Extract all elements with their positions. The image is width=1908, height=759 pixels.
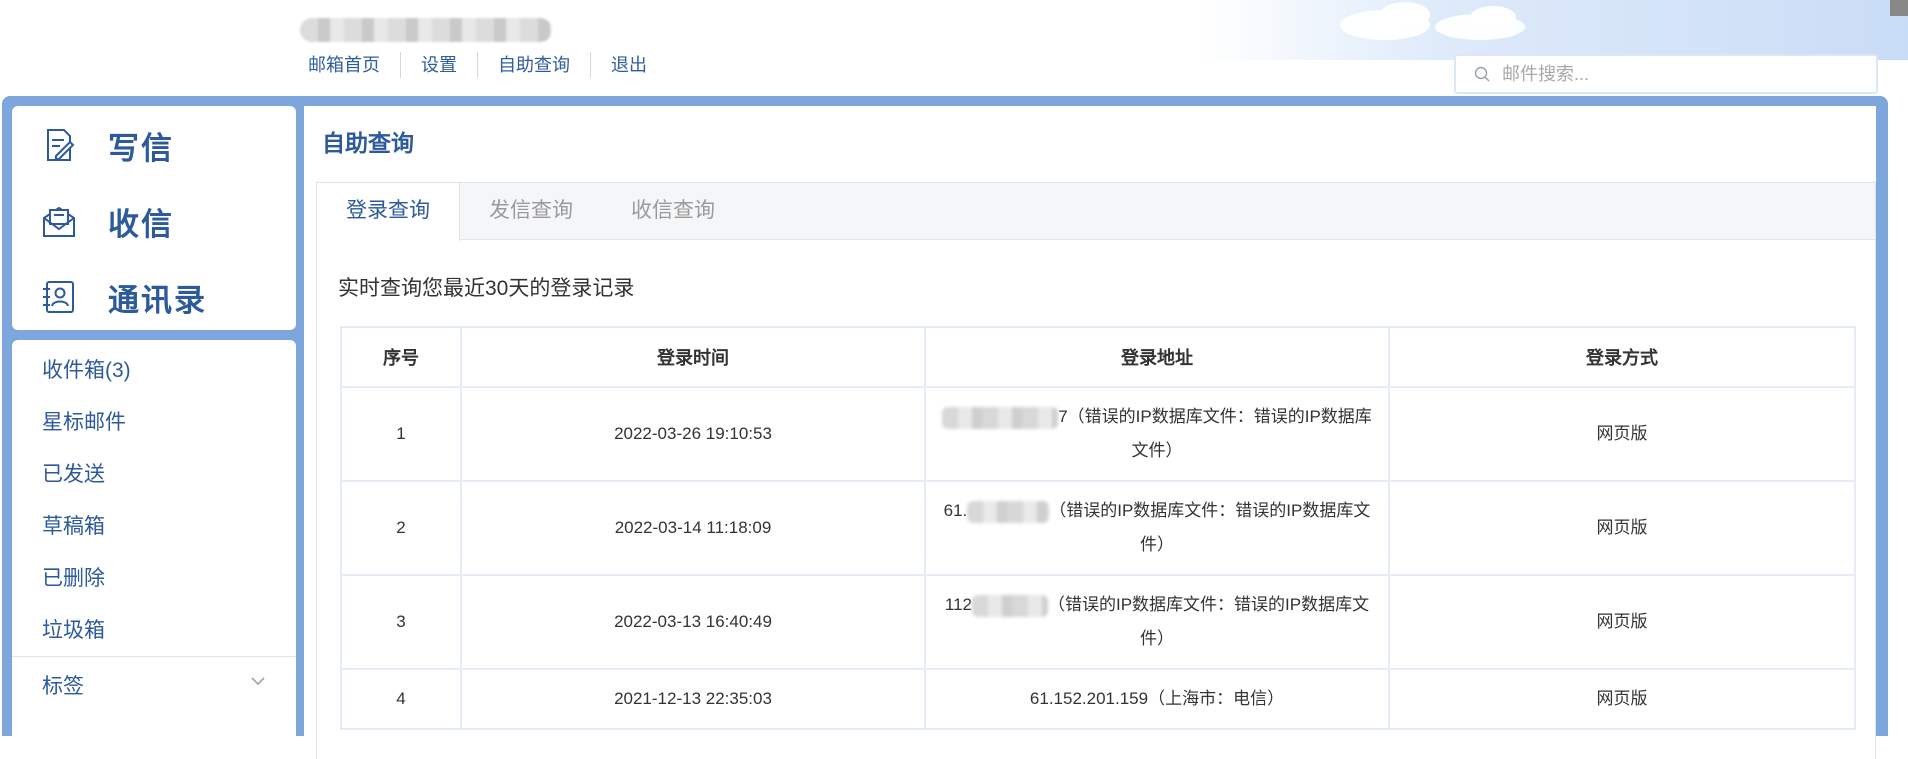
query-tabs: 登录查询 发信查询 收信查询 — [316, 182, 1876, 241]
nav-settings[interactable]: 设置 — [401, 52, 478, 78]
folder-list: 收件箱(3) 星标邮件 已发送 草稿箱 已删除 垃圾箱 标签 — [12, 340, 296, 740]
folder-sent[interactable]: 已发送 — [42, 458, 105, 488]
contacts-button[interactable]: 通讯录 — [40, 272, 207, 322]
cell-method: 网页版 — [1388, 386, 1856, 482]
cell-time: 2022-03-13 16:40:49 — [460, 574, 926, 670]
ip-visible: 7 — [1058, 407, 1068, 426]
mail-search — [1454, 54, 1878, 94]
chevron-down-icon[interactable] — [250, 676, 266, 686]
cell-method: 网页版 — [1388, 668, 1856, 730]
receive-button[interactable]: 收信 — [40, 196, 174, 246]
contacts-icon — [43, 281, 74, 313]
compose-label: 写信 — [108, 130, 174, 166]
tags-toggle[interactable]: 标签 — [42, 670, 84, 700]
cell-address: 112 （错误的IP数据库文件：错误的IP数据库文件） — [924, 574, 1390, 670]
top-nav: 邮箱首页 设置 自助查询 退出 — [296, 52, 667, 78]
scrollbar-thumb[interactable] — [1890, 0, 1908, 16]
ip-visible: 61. — [943, 501, 968, 520]
login-records-table: 序号 登录时间 登录地址 登录方式 1 2022-03-26 19:10:53 … — [340, 326, 1856, 730]
cloud-decoration — [1470, 6, 1516, 28]
cell-index: 1 — [340, 386, 462, 482]
folder-inbox[interactable]: 收件箱(3) — [42, 354, 131, 384]
ip-visible: 61.152.201.159 — [1029, 689, 1149, 708]
header: 邮箱首页 设置 自助查询 退出 — [0, 0, 1908, 98]
cell-address: 61. （错误的IP数据库文件：错误的IP数据库文件） — [924, 480, 1390, 576]
tab-receive-query[interactable]: 收信查询 — [602, 183, 744, 240]
receive-label: 收信 — [108, 206, 174, 242]
column-header-address: 登录地址 — [924, 326, 1390, 388]
cloud-decoration — [1380, 2, 1430, 28]
contacts-label: 通讯录 — [108, 282, 207, 318]
folder-drafts[interactable]: 草稿箱 — [42, 510, 105, 540]
cell-time: 2021-12-13 22:35:03 — [460, 668, 926, 730]
ip-redacted — [942, 406, 1059, 429]
tab-login-query[interactable]: 登录查询 — [317, 183, 460, 241]
search-input[interactable] — [1502, 63, 1862, 85]
cell-time: 2022-03-14 11:18:09 — [460, 480, 926, 576]
header-background — [1200, 0, 1908, 60]
table-row: 1 2022-03-26 19:10:53 7（错误的IP数据库文件：错误的IP… — [340, 386, 1856, 482]
ip-location: （错误的IP数据库文件：错误的IP数据库文件） — [1049, 501, 1371, 554]
table-header-row: 序号 登录时间 登录地址 登录方式 — [340, 326, 1856, 388]
page-title: 自助查询 — [322, 130, 414, 156]
main-content: 自助查询 登录查询 发信查询 收信查询 实时查询您最近30天的登录记录 序号 登… — [304, 106, 1876, 759]
nav-mail-home[interactable]: 邮箱首页 — [296, 52, 401, 78]
folder-starred[interactable]: 星标邮件 — [42, 406, 126, 436]
cell-method: 网页版 — [1388, 574, 1856, 670]
sidebar-actions: 写信 收信 通讯录 — [12, 106, 296, 330]
table-row: 3 2022-03-13 16:40:49 112 （错误的IP数据库文件：错误的… — [340, 574, 1856, 670]
nav-logout[interactable]: 退出 — [591, 52, 667, 78]
table-row: 4 2021-12-13 22:35:03 61.152.201.159（上海市… — [340, 668, 1856, 730]
column-header-method: 登录方式 — [1388, 326, 1856, 388]
column-header-index: 序号 — [340, 326, 462, 388]
cell-method: 网页版 — [1388, 480, 1856, 576]
cell-index: 4 — [340, 668, 462, 730]
cell-index: 3 — [340, 574, 462, 670]
query-description: 实时查询您最近30天的登录记录 — [338, 277, 635, 300]
inbox-icon — [43, 206, 75, 237]
cell-address: 7（错误的IP数据库文件：错误的IP数据库文件） — [924, 386, 1390, 482]
folder-deleted[interactable]: 已删除 — [42, 562, 105, 592]
ip-location: （错误的IP数据库文件：错误的IP数据库文件） — [1067, 407, 1372, 460]
account-name-redacted — [300, 18, 552, 42]
table-row: 2 2022-03-14 11:18:09 61. （错误的IP数据库文件：错误的… — [340, 480, 1856, 576]
tab-send-query[interactable]: 发信查询 — [460, 183, 602, 240]
sidebar-divider — [12, 656, 296, 657]
nav-self-service[interactable]: 自助查询 — [478, 52, 591, 78]
ip-redacted — [971, 594, 1048, 617]
ip-location: （上海市：电信） — [1148, 689, 1285, 708]
cell-index: 2 — [340, 480, 462, 576]
ip-visible: 112 — [944, 595, 972, 614]
cell-address: 61.152.201.159（上海市：电信） — [924, 668, 1390, 730]
folder-spam[interactable]: 垃圾箱 — [42, 614, 105, 644]
ip-redacted — [967, 500, 1050, 523]
ip-location: （错误的IP数据库文件：错误的IP数据库文件） — [1047, 595, 1370, 648]
cell-time: 2022-03-26 19:10:53 — [460, 386, 926, 482]
search-icon — [1474, 66, 1490, 82]
compose-button[interactable]: 写信 — [40, 120, 174, 170]
column-header-time: 登录时间 — [460, 326, 926, 388]
compose-icon — [47, 129, 75, 161]
